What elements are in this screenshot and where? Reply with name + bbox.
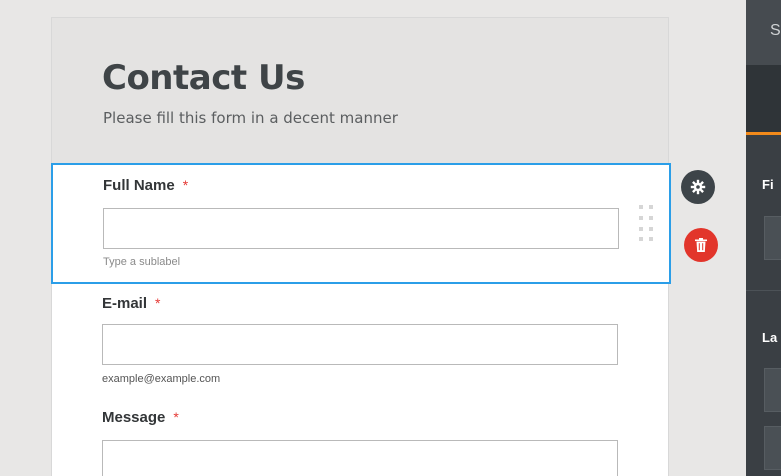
email-label-text: E-mail (102, 295, 148, 312)
message-input[interactable] (102, 440, 618, 476)
field-full-name[interactable]: Full Name * Type a sublabel (51, 163, 671, 284)
full-name-label-text: Full Name (103, 177, 175, 194)
email-label: E-mail * (102, 295, 160, 312)
panel-header-text: S (770, 22, 781, 39)
required-asterisk: * (155, 295, 161, 311)
panel-input-third[interactable] (764, 426, 781, 470)
required-asterisk: * (182, 177, 189, 193)
message-label-text: Message (102, 409, 166, 426)
gear-icon (690, 179, 706, 195)
panel-label-second: La (762, 330, 778, 345)
panel-input-second[interactable] (764, 368, 781, 412)
form-header: Contact Us Please fill this form in a de… (52, 18, 668, 164)
full-name-sublabel[interactable]: Type a sublabel (103, 256, 180, 268)
drag-handle-icon[interactable] (639, 205, 655, 243)
required-asterisk: * (173, 409, 179, 425)
panel-tab-bar[interactable] (746, 65, 781, 135)
email-input[interactable] (102, 324, 618, 365)
field-message[interactable]: Message * (52, 400, 668, 476)
properties-panel: S Fi La (746, 0, 781, 476)
panel-header[interactable]: S (746, 0, 781, 65)
field-settings-button[interactable] (681, 170, 715, 204)
field-delete-button[interactable] (684, 228, 718, 262)
form-title: Contact Us (102, 58, 305, 98)
panel-label-first: Fi (762, 177, 774, 192)
field-email[interactable]: E-mail * example@example.com (52, 286, 668, 396)
full-name-input[interactable] (103, 208, 619, 249)
message-label: Message * (102, 409, 179, 426)
form-card: Contact Us Please fill this form in a de… (51, 17, 671, 476)
trash-icon (695, 238, 707, 252)
full-name-label: Full Name * (103, 177, 188, 194)
form-subtitle: Please fill this form in a decent manner (103, 109, 398, 127)
panel-divider (746, 290, 781, 291)
email-sublabel: example@example.com (102, 373, 221, 385)
panel-input-first[interactable] (764, 216, 781, 260)
